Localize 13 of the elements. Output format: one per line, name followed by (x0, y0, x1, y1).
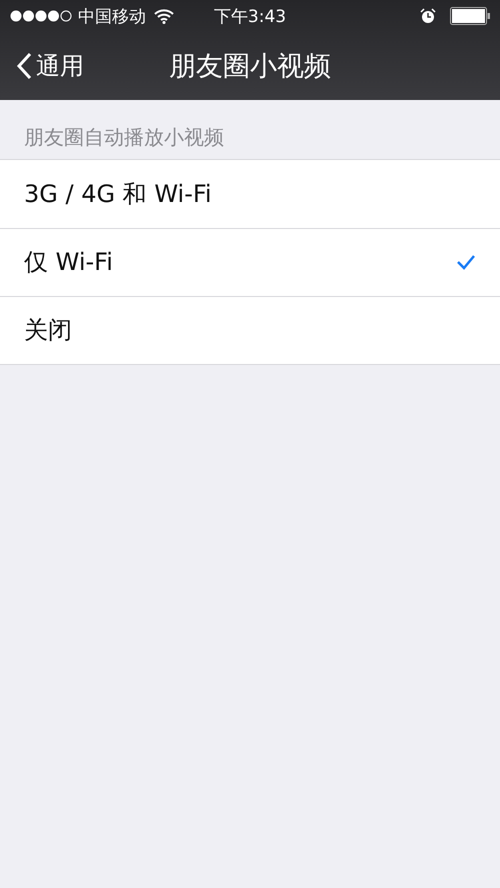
page-title: 朋友圈小视频 (169, 50, 331, 84)
battery-icon (450, 7, 490, 25)
signal-icon (10, 10, 72, 22)
carrier-name: 中国移动 (78, 6, 146, 28)
option-row[interactable]: 3G / 4G 和 Wi-Fi (0, 160, 500, 228)
option-row[interactable]: 仅 Wi-Fi (0, 228, 500, 296)
alarm-clock-icon (420, 8, 436, 24)
section-header: 朋友圈自动播放小视频 (23, 124, 225, 151)
back-button[interactable]: 通用 (0, 50, 84, 82)
option-row[interactable]: 关闭 (0, 296, 500, 364)
wifi-icon (154, 8, 174, 24)
status-time: 下午3:43 (214, 6, 286, 28)
back-chevron-icon (16, 52, 32, 80)
